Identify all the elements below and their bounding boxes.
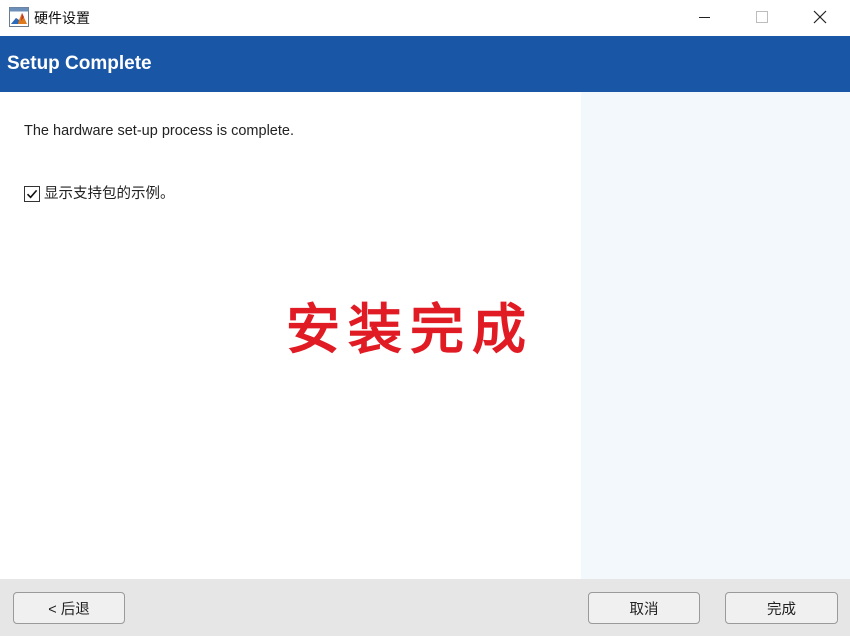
close-icon [813,10,827,24]
minimize-button[interactable] [676,0,734,34]
maximize-icon [756,11,768,23]
window-title: 硬件设置 [34,10,90,26]
close-button[interactable] [791,0,849,34]
checkbox-label: 显示支持包的示例。 [44,186,175,202]
matlab-logo-icon [9,7,29,27]
minimize-icon [699,17,710,18]
finish-button[interactable]: 完成 [725,592,838,624]
cancel-button[interactable]: 取消 [588,592,700,624]
footer-bar: < 后退 取消 完成 [0,579,850,636]
show-examples-checkbox[interactable]: 显示支持包的示例。 [24,185,175,203]
side-panel [581,92,850,579]
install-complete-overlay: 安装完成 [286,297,534,361]
back-button[interactable]: < 后退 [13,592,125,624]
title-bar: 硬件设置 [0,0,850,36]
main-content: The hardware set-up process is complete.… [0,92,581,579]
checkbox-box[interactable] [24,186,40,202]
page-title: Setup Complete [7,53,152,74]
checkmark-icon [26,189,38,199]
maximize-button[interactable] [733,0,791,34]
page-header: Setup Complete [0,36,850,92]
completion-message: The hardware set-up process is complete. [24,123,294,139]
